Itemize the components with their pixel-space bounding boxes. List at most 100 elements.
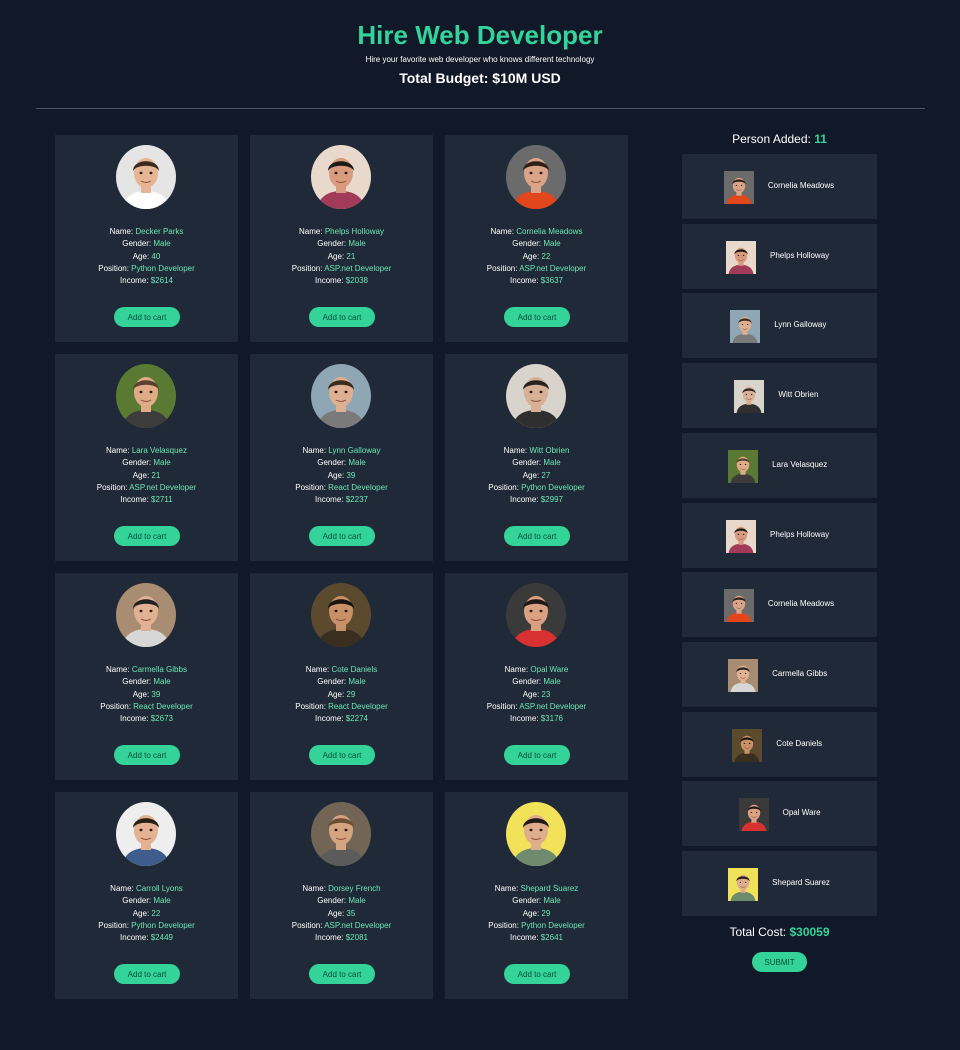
info-income: Income: $3176 bbox=[445, 713, 628, 725]
info-income: Income: $2997 bbox=[445, 494, 628, 506]
info-value: Cornelia Meadows bbox=[516, 227, 583, 236]
info-label: Gender: bbox=[512, 239, 544, 249]
added-person-item: Cornelia Meadows bbox=[682, 154, 877, 219]
info-name: Name: Opal Ware bbox=[445, 664, 628, 676]
info-label: Age: bbox=[522, 470, 542, 480]
add-to-cart-button[interactable]: Add to cart bbox=[114, 526, 180, 546]
info-label: Age: bbox=[522, 689, 542, 699]
info-label: Gender: bbox=[122, 239, 154, 249]
add-to-cart-button[interactable]: Add to cart bbox=[114, 964, 180, 984]
info-label: Income: bbox=[315, 495, 346, 505]
added-person-thumb bbox=[727, 658, 759, 692]
info-value: 35 bbox=[346, 908, 356, 918]
avatar bbox=[311, 802, 371, 866]
added-person-photo bbox=[731, 728, 763, 762]
info-value: 39 bbox=[346, 470, 356, 480]
added-person-item: Witt Obrien bbox=[682, 363, 877, 429]
info-label: Name: bbox=[106, 446, 132, 455]
info-value: Dorsey French bbox=[328, 884, 381, 893]
added-person-item: Lara Velasquez bbox=[682, 432, 877, 498]
info-value: Male bbox=[543, 677, 561, 687]
add-to-cart-button[interactable]: Add to cart bbox=[309, 307, 375, 327]
info-label: Age: bbox=[522, 908, 542, 918]
info-value: Male bbox=[153, 458, 171, 468]
developer-card: Name: Decker Parks Gender: Male Age: 40 Pos… bbox=[55, 135, 238, 342]
total-cost-value: $30059 bbox=[789, 925, 830, 939]
info-value: 40 bbox=[151, 251, 161, 261]
developer-card: Name: Cote Daniels Gender: Male Age: 29 Pos… bbox=[250, 573, 433, 780]
info-gender: Gender: Male bbox=[445, 457, 628, 469]
info-age: Age: 21 bbox=[250, 251, 433, 263]
info-age: Age: 39 bbox=[250, 470, 433, 482]
info-value: Cote Daniels bbox=[331, 665, 378, 674]
add-to-cart-button[interactable]: Add to cart bbox=[309, 745, 375, 765]
info-label: Name: bbox=[504, 665, 531, 674]
add-to-cart-button[interactable]: Add to cart bbox=[309, 526, 375, 546]
add-to-cart-button[interactable]: Add to cart bbox=[504, 526, 570, 546]
added-person-photo bbox=[727, 868, 759, 901]
avatar bbox=[311, 145, 371, 209]
info-value: React Developer bbox=[328, 701, 388, 711]
added-person-photo bbox=[729, 310, 761, 344]
info-position: Position: ASP.net Developer bbox=[445, 263, 628, 275]
added-person-name: Opal Ware bbox=[782, 808, 821, 818]
added-person-thumb bbox=[727, 449, 759, 483]
added-person-name: Witt Obrien bbox=[778, 390, 819, 400]
info-gender: Gender: Male bbox=[445, 238, 628, 250]
developer-photo bbox=[311, 583, 371, 647]
developer-card: Name: Opal Ware Gender: Male Age: 23 Positi… bbox=[445, 573, 628, 780]
developer-card: Name: Lynn Galloway Gender: Male Age: 39 Po… bbox=[250, 354, 433, 561]
add-to-cart-button[interactable]: Add to cart bbox=[504, 964, 570, 984]
person-added-label: Person Added: bbox=[732, 132, 815, 146]
added-person-photo bbox=[733, 380, 765, 414]
info-label: Income: bbox=[120, 714, 151, 724]
info-gender: Gender: Male bbox=[55, 676, 238, 688]
info-name: Name: Carmella Gibbs bbox=[55, 664, 238, 676]
info-name: Name: Shepard Suarez bbox=[445, 883, 628, 895]
added-person-photo bbox=[725, 519, 757, 553]
info-value: $2081 bbox=[345, 933, 368, 943]
info-value: $3176 bbox=[540, 714, 563, 724]
developer-info: Name: Lara Velasquez Gender: Male Age: 21 P… bbox=[55, 445, 238, 506]
added-person-name: Cote Daniels bbox=[776, 738, 823, 748]
add-to-cart-button[interactable]: Add to cart bbox=[309, 964, 375, 984]
submit-button[interactable]: SUBMIT bbox=[752, 952, 807, 972]
info-value: Lynn Galloway bbox=[328, 446, 381, 455]
info-value: React Developer bbox=[133, 701, 193, 711]
info-age: Age: 35 bbox=[250, 908, 433, 920]
info-gender: Gender: Male bbox=[55, 457, 238, 469]
add-to-cart-button[interactable]: Add to cart bbox=[504, 745, 570, 765]
info-position: Position: React Developer bbox=[55, 701, 238, 713]
info-age: Age: 23 bbox=[445, 689, 628, 701]
add-to-cart-button[interactable]: Add to cart bbox=[504, 307, 570, 327]
info-gender: Gender: Male bbox=[55, 895, 238, 907]
info-position: Position: Python Developer bbox=[55, 263, 238, 275]
added-person-item: Opal Ware bbox=[682, 781, 877, 847]
avatar bbox=[506, 802, 566, 866]
info-income: Income: $3637 bbox=[445, 275, 628, 287]
avatar bbox=[506, 145, 566, 209]
info-value: $2038 bbox=[345, 276, 368, 286]
info-position: Position: ASP.net Developer bbox=[55, 482, 238, 494]
add-to-cart-button[interactable]: Add to cart bbox=[114, 307, 180, 327]
developer-card: Name: Carroll Lyons Gender: Male Age: 22 Po… bbox=[55, 792, 238, 999]
info-age: Age: 27 bbox=[445, 470, 628, 482]
added-person-photo bbox=[738, 798, 770, 832]
info-gender: Gender: Male bbox=[250, 895, 433, 907]
info-value: $2449 bbox=[150, 933, 173, 943]
info-value: Male bbox=[543, 239, 561, 249]
info-age: Age: 40 bbox=[55, 251, 238, 263]
info-label: Income: bbox=[315, 276, 346, 286]
added-person-thumb bbox=[727, 868, 759, 901]
added-person-photo bbox=[723, 171, 755, 204]
developer-card: Name: Shepard Suarez Gender: Male Age: 29 P… bbox=[445, 792, 628, 999]
info-label: Position: bbox=[96, 482, 130, 492]
add-to-cart-button[interactable]: Add to cart bbox=[114, 745, 180, 765]
info-label: Gender: bbox=[512, 677, 544, 687]
info-label: Age: bbox=[132, 470, 152, 480]
header-divider bbox=[36, 108, 925, 109]
added-person-item: Phelps Holloway bbox=[682, 223, 877, 289]
developer-info: Name: Decker Parks Gender: Male Age: 40 Pos… bbox=[55, 226, 238, 287]
total-cost-label: Total Cost: bbox=[729, 925, 790, 939]
added-person-item: Cote Daniels bbox=[682, 711, 877, 777]
